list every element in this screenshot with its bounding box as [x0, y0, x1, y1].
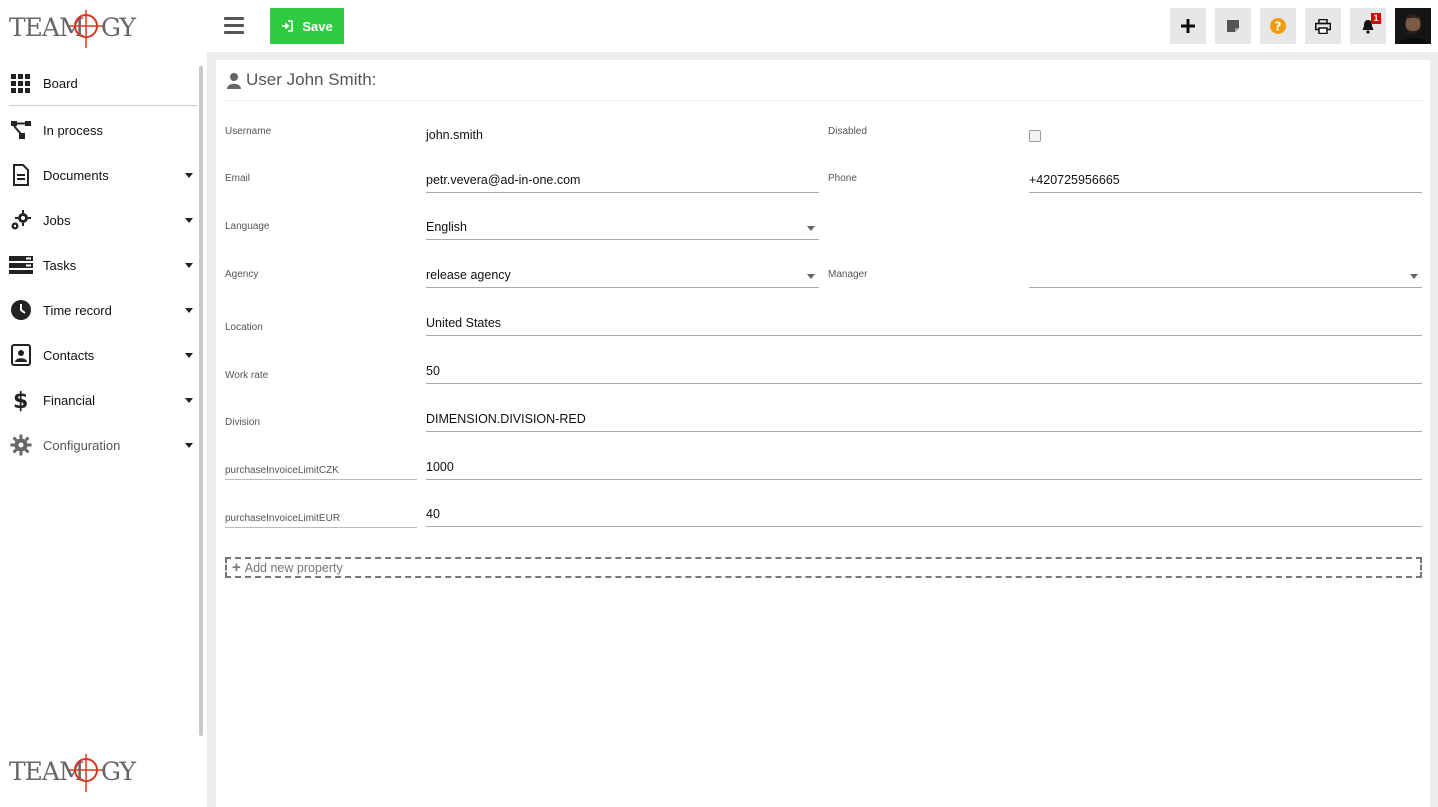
purchase-czk-label[interactable]: purchaseInvoiceLimitCZK	[225, 465, 417, 480]
printer-icon	[1315, 18, 1331, 34]
logo-mark-icon: TEAM GY	[9, 754, 138, 792]
print-button[interactable]	[1305, 8, 1341, 44]
hamburger-menu-icon[interactable]	[224, 17, 244, 35]
notifications-button[interactable]: 1	[1350, 8, 1386, 44]
page-title: User John Smith:	[246, 70, 377, 89]
purchase-eur-field[interactable]: 40	[426, 503, 1422, 527]
chevron-down-icon	[807, 226, 815, 231]
manager-select[interactable]	[1029, 264, 1422, 288]
panel-header: User John Smith:	[226, 60, 1422, 101]
avatar[interactable]	[1395, 8, 1431, 44]
plus-icon: +	[232, 559, 241, 576]
help-icon: ?	[1270, 18, 1286, 34]
email-field[interactable]: petr.vevera@ad-in-one.com	[426, 169, 819, 193]
chevron-down-icon	[1410, 274, 1418, 279]
svg-text:$: $	[13, 389, 28, 412]
svg-text:GY: GY	[101, 13, 137, 42]
user-icon	[227, 72, 241, 89]
sidebar-item-label: Tasks	[43, 257, 77, 273]
username-value: john.smith	[426, 128, 483, 142]
phone-field[interactable]: +420725956665	[1029, 169, 1422, 193]
work-rate-label: Work rate	[225, 370, 269, 381]
teamogy-logo-footer: TEAM GY	[9, 752, 144, 794]
contact-card-icon	[9, 343, 33, 367]
dollar-icon: $	[9, 388, 33, 412]
sidebar-item-tasks[interactable]: Tasks	[9, 243, 197, 287]
grid-icon	[9, 72, 33, 96]
help-button[interactable]: ?	[1260, 8, 1296, 44]
phone-label: Phone	[828, 173, 857, 184]
language-label: Language	[225, 221, 270, 232]
chevron-down-icon	[185, 217, 193, 223]
notification-badge: 1	[1371, 13, 1381, 24]
email-label: Email	[225, 173, 251, 184]
workflow-icon	[9, 118, 33, 142]
document-icon	[9, 163, 33, 187]
sidebar-item-in-process[interactable]: In process	[9, 108, 197, 152]
sidebar-item-documents[interactable]: Documents	[9, 153, 197, 197]
sidebar-item-label: Jobs	[43, 212, 71, 228]
sidebar-item-board[interactable]: Board	[9, 62, 197, 106]
svg-text:TEAM: TEAM	[9, 13, 84, 42]
sidebar-item-contacts[interactable]: Contacts	[9, 333, 197, 377]
location-field[interactable]: United States	[426, 312, 1422, 336]
logo-mark-icon: TEAM GY	[9, 10, 138, 48]
plus-icon	[1181, 19, 1195, 33]
notes-button[interactable]	[1215, 8, 1251, 44]
sidebar-item-time-record[interactable]: Time record	[9, 288, 197, 332]
chevron-down-icon	[185, 172, 193, 178]
sign-in-icon	[282, 20, 294, 32]
svg-text:?: ?	[1275, 20, 1282, 34]
gear-icon	[9, 433, 33, 457]
language-value: English	[426, 220, 467, 234]
sidebar-item-label: In process	[43, 122, 103, 138]
purchase-czk-field[interactable]: 1000	[426, 456, 1422, 480]
sidebar-item-label: Time record	[43, 302, 112, 318]
save-button-label: Save	[302, 18, 333, 34]
sidebar-item-configuration[interactable]: Configuration	[9, 423, 197, 467]
chevron-down-icon	[185, 262, 193, 268]
sidebar-item-label: Documents	[43, 167, 109, 183]
chevron-down-icon	[185, 352, 193, 358]
chevron-down-icon	[807, 274, 815, 279]
teamogy-logo[interactable]: TEAM GY	[9, 8, 144, 50]
purchase-eur-label[interactable]: purchaseInvoiceLimitEUR	[225, 513, 417, 528]
disabled-label: Disabled	[828, 126, 867, 137]
sidebar-item-label: Contacts	[43, 347, 95, 363]
sidebar-item-label: Configuration	[43, 437, 121, 453]
tasks-icon	[9, 253, 33, 277]
agency-value: release agency	[426, 268, 511, 282]
user-avatar-icon	[1395, 8, 1431, 44]
sidebar: TEAM GY Board In process Documents Jobs …	[0, 0, 207, 807]
gears-icon	[9, 208, 33, 232]
agency-label: Agency	[225, 269, 259, 280]
disabled-checkbox[interactable]	[1029, 130, 1041, 142]
add-button[interactable]	[1170, 8, 1206, 44]
sticky-note-icon	[1227, 20, 1239, 32]
svg-text:GY: GY	[101, 757, 137, 786]
location-label: Location	[225, 322, 263, 333]
sidebar-item-label: Board	[43, 76, 78, 91]
agency-select[interactable]: release agency	[426, 264, 819, 288]
chevron-down-icon	[185, 442, 193, 448]
sidebar-item-jobs[interactable]: Jobs	[9, 198, 197, 242]
username-label: Username	[225, 126, 272, 137]
language-select[interactable]: English	[426, 216, 819, 240]
save-button[interactable]: Save	[270, 8, 344, 44]
sidebar-item-financial[interactable]: $ Financial	[9, 378, 197, 422]
chevron-down-icon	[185, 397, 193, 403]
division-label: Division	[225, 417, 261, 428]
sidebar-item-label: Financial	[43, 392, 96, 408]
chevron-down-icon	[185, 307, 193, 313]
add-property-label: Add new property	[244, 560, 343, 575]
division-field[interactable]: DIMENSION.DIVISION-RED	[426, 408, 1422, 432]
svg-text:TEAM: TEAM	[9, 757, 84, 786]
add-property-button[interactable]: + Add new property	[225, 557, 1422, 578]
work-rate-field[interactable]: 50	[426, 360, 1422, 384]
manager-label: Manager	[828, 269, 868, 280]
clock-icon	[9, 298, 33, 322]
sidebar-scrollbar[interactable]	[199, 66, 203, 736]
